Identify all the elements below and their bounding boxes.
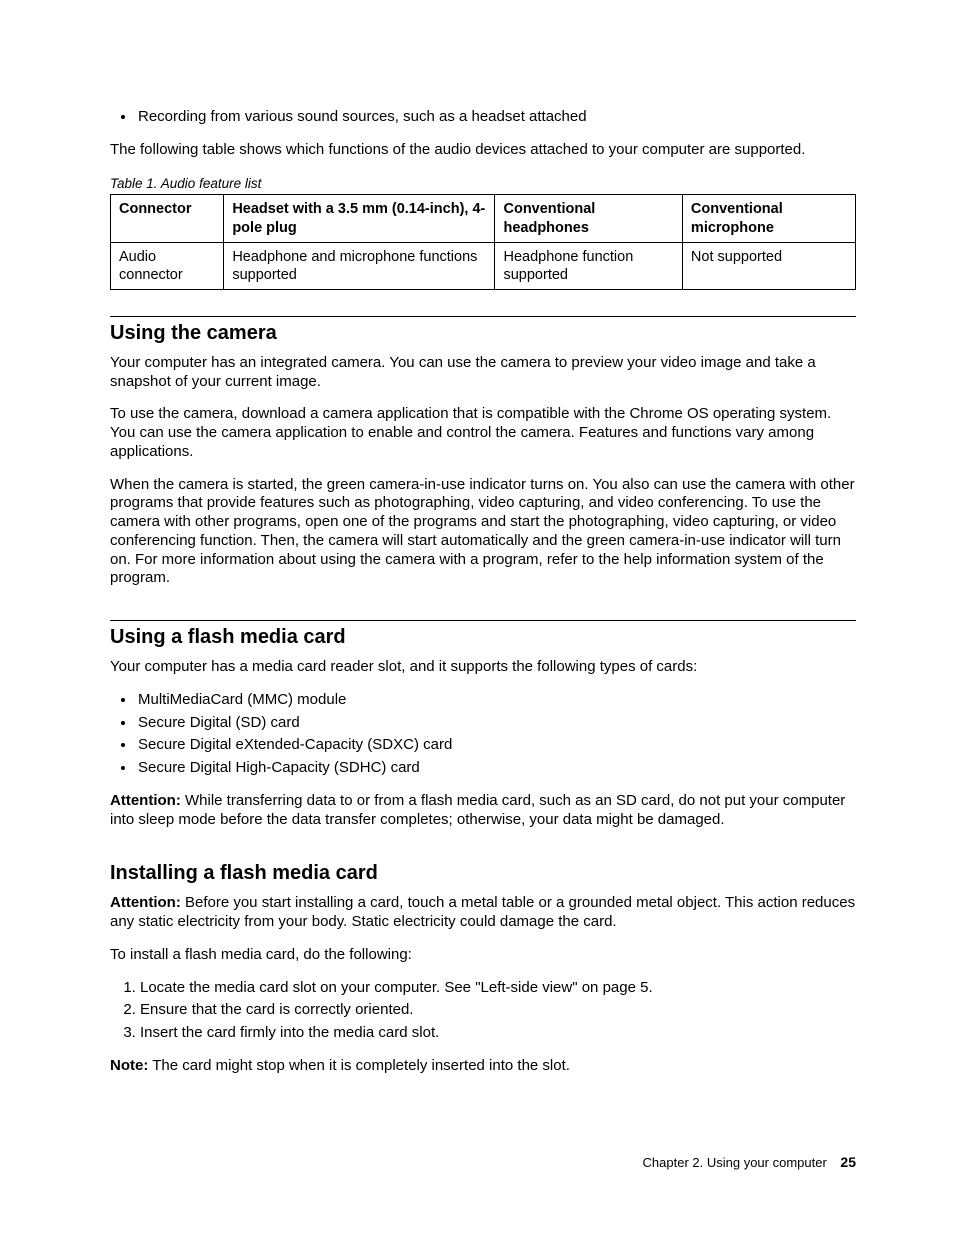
audio-feature-table: Connector Headset with a 3.5 mm (0.14-in… bbox=[110, 194, 856, 290]
attention-label: Attention: bbox=[110, 894, 181, 911]
section-rule bbox=[110, 316, 856, 317]
heading-installing-flash: Installing a flash media card bbox=[110, 861, 856, 886]
list-item: Secure Digital High-Capacity (SDHC) card bbox=[136, 759, 856, 778]
table-header-cell: Headset with a 3.5 mm (0.14-inch), 4-pol… bbox=[224, 195, 495, 242]
camera-paragraph: To use the camera, download a camera app… bbox=[110, 405, 856, 461]
install-note: Note: The card might stop when it is com… bbox=[110, 1057, 856, 1076]
attention-label: Attention: bbox=[110, 792, 181, 809]
table-row: Audio connector Headphone and microphone… bbox=[111, 242, 856, 289]
table-header-row: Connector Headset with a 3.5 mm (0.14-in… bbox=[111, 195, 856, 242]
intro-bullet-item: Recording from various sound sources, su… bbox=[136, 108, 856, 127]
note-label: Note: bbox=[110, 1057, 148, 1074]
page-footer: Chapter 2. Using your computer 25 bbox=[643, 1154, 856, 1172]
list-item: MultiMediaCard (MMC) module bbox=[136, 691, 856, 710]
heading-using-camera: Using the camera bbox=[110, 321, 856, 346]
footer-chapter: Chapter 2. Using your computer bbox=[643, 1155, 827, 1170]
install-attention: Attention: Before you start installing a… bbox=[110, 894, 856, 932]
note-text: The card might stop when it is completel… bbox=[148, 1057, 570, 1074]
table-header-cell: Conventional microphone bbox=[682, 195, 855, 242]
list-item: Secure Digital (SD) card bbox=[136, 714, 856, 733]
section-rule bbox=[110, 620, 856, 621]
camera-paragraph: When the camera is started, the green ca… bbox=[110, 476, 856, 589]
attention-text: While transferring data to or from a fla… bbox=[110, 792, 845, 828]
attention-text: Before you start installing a card, touc… bbox=[110, 894, 855, 930]
document-page: Recording from various sound sources, su… bbox=[0, 0, 954, 1235]
intro-paragraph: The following table shows which function… bbox=[110, 141, 856, 160]
table-cell: Headphone and microphone functions suppo… bbox=[224, 242, 495, 289]
list-item: Insert the card firmly into the media ca… bbox=[140, 1024, 856, 1043]
table-cell: Audio connector bbox=[111, 242, 224, 289]
list-item: Secure Digital eXtended-Capacity (SDXC) … bbox=[136, 736, 856, 755]
table-cell: Headphone function supported bbox=[495, 242, 682, 289]
flash-attention: Attention: While transferring data to or… bbox=[110, 792, 856, 830]
table-header-cell: Conventional headphones bbox=[495, 195, 682, 242]
camera-paragraph: Your computer has an integrated camera. … bbox=[110, 354, 856, 392]
card-types-list: MultiMediaCard (MMC) module Secure Digit… bbox=[110, 691, 856, 778]
install-lead: To install a flash media card, do the fo… bbox=[110, 946, 856, 965]
heading-using-flash: Using a flash media card bbox=[110, 625, 856, 650]
install-steps: Locate the media card slot on your compu… bbox=[110, 979, 856, 1043]
footer-page-number: 25 bbox=[840, 1154, 856, 1170]
table-cell: Not supported bbox=[682, 242, 855, 289]
list-item: Locate the media card slot on your compu… bbox=[140, 979, 856, 998]
table-caption: Table 1. Audio feature list bbox=[110, 176, 856, 193]
intro-bullet-list: Recording from various sound sources, su… bbox=[110, 108, 856, 127]
table-header-cell: Connector bbox=[111, 195, 224, 242]
list-item: Ensure that the card is correctly orient… bbox=[140, 1001, 856, 1020]
flash-intro: Your computer has a media card reader sl… bbox=[110, 658, 856, 677]
